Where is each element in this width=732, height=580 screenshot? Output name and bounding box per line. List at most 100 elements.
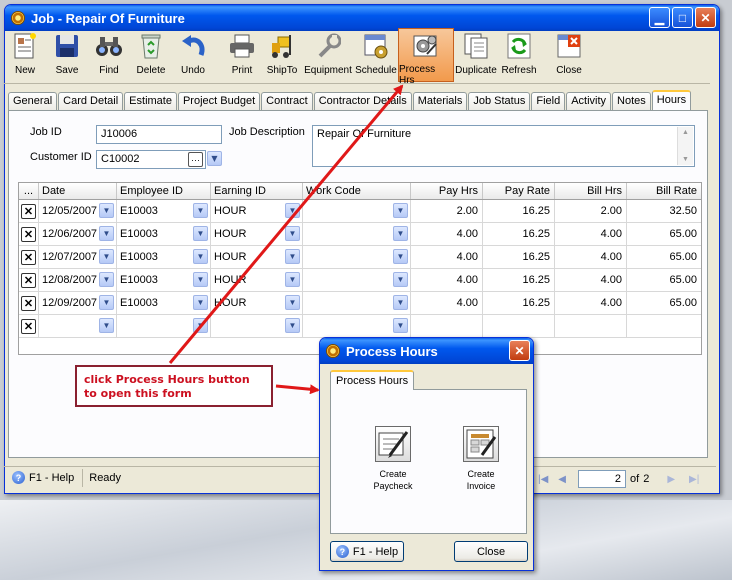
grid-header-date[interactable]: Date (39, 183, 117, 199)
chevron-down-icon[interactable]: ▼ (393, 249, 408, 264)
lookup-ellipsis-button[interactable]: ··· (188, 152, 203, 167)
tab-card-detail[interactable]: Card Detail (58, 92, 124, 110)
create-invoice-button[interactable]: Create Invoice (449, 426, 513, 492)
cell-employee[interactable]: ▼ (117, 315, 211, 337)
print-button[interactable]: Print (222, 28, 262, 82)
tab-project-budget[interactable]: Project Budget (177, 92, 261, 110)
cell-bill-hrs[interactable]: 4.00 (555, 246, 627, 268)
cell-pay-hrs[interactable]: 4.00 (411, 223, 483, 245)
create-paycheck-button[interactable]: Create Paycheck (361, 426, 425, 492)
cell-employee[interactable]: E10003 ▼ (117, 200, 211, 222)
table-row[interactable]: ✕ 12/07/2007 ▼ E10003 ▼ HOUR ▼ ▼ 4.00 16.25 4.00 65… (19, 246, 701, 269)
cell-date[interactable]: 12/05/2007 ▼ (39, 200, 117, 222)
chevron-down-icon[interactable]: ▼ (285, 318, 300, 333)
cell-date[interactable]: ▼ (39, 315, 117, 337)
chevron-down-icon[interactable]: ▼ (393, 318, 408, 333)
cell-work-code[interactable]: ▼ (303, 292, 411, 314)
cell-pay-rate[interactable]: 16.25 (483, 223, 555, 245)
job-id-input[interactable]: J10006 (96, 125, 222, 144)
cell-bill-hrs[interactable] (555, 315, 627, 337)
duplicate-button[interactable]: Duplicate (454, 28, 498, 82)
cell-pay-hrs[interactable]: 2.00 (411, 200, 483, 222)
tab-hours[interactable]: Hours (651, 90, 692, 111)
row-delete-icon[interactable]: ✕ (21, 295, 36, 311)
chevron-down-icon[interactable]: ▼ (393, 272, 408, 287)
tab-contract[interactable]: Contract (261, 92, 313, 110)
cell-pay-hrs[interactable]: 4.00 (411, 269, 483, 291)
cell-earning[interactable]: ▼ (211, 315, 303, 337)
grid-header-bill-hrs[interactable]: Bill Hrs (555, 183, 627, 199)
cell-earning[interactable]: HOUR ▼ (211, 292, 303, 314)
tab-contractor-details[interactable]: Contractor Details (313, 92, 412, 110)
undo-button[interactable]: Undo (172, 28, 214, 82)
cell-pay-hrs[interactable] (411, 315, 483, 337)
previous-record-icon[interactable]: ◀ (558, 474, 566, 485)
table-row[interactable]: ✕ 12/06/2007 ▼ E10003 ▼ HOUR ▼ ▼ 4.00 16.25 4.00 65… (19, 223, 701, 246)
row-delete-icon[interactable]: ✕ (21, 318, 36, 334)
chevron-down-icon[interactable]: ▼ (193, 295, 208, 310)
chevron-down-icon[interactable]: ▼ (393, 203, 408, 218)
cell-work-code[interactable]: ▼ (303, 223, 411, 245)
dialog-help-button[interactable]: ? F1 - Help (330, 541, 404, 562)
chevron-down-icon[interactable]: ▼ (193, 318, 208, 333)
cell-earning[interactable]: HOUR ▼ (211, 200, 303, 222)
page-number-input[interactable]: 2 (578, 470, 626, 488)
tab-notes[interactable]: Notes (612, 92, 651, 110)
cell-bill-rate[interactable]: 65.00 (627, 223, 701, 245)
next-record-icon[interactable]: ▶ (667, 474, 675, 485)
customer-id-input[interactable]: C10002 ··· (96, 150, 206, 169)
chevron-down-icon[interactable]: ▼ (193, 249, 208, 264)
cell-bill-rate[interactable]: 32.50 (627, 200, 701, 222)
cell-pay-rate[interactable] (483, 315, 555, 337)
cell-work-code[interactable]: ▼ (303, 315, 411, 337)
grid-header-earning[interactable]: Earning ID (211, 183, 303, 199)
chevron-down-icon[interactable]: ▼ (99, 203, 114, 218)
row-delete-icon[interactable]: ✕ (21, 249, 36, 265)
table-row[interactable]: ✕ 12/05/2007 ▼ E10003 ▼ HOUR ▼ ▼ 2.00 16.25 2.00 32… (19, 200, 701, 223)
cell-date[interactable]: 12/08/2007 ▼ (39, 269, 117, 291)
tab-general[interactable]: General (8, 92, 58, 110)
cell-pay-hrs[interactable]: 4.00 (411, 246, 483, 268)
chevron-down-icon[interactable]: ▼ (285, 272, 300, 287)
cell-earning[interactable]: HOUR ▼ (211, 246, 303, 268)
window-close-button[interactable]: ✕ (695, 7, 716, 28)
cell-pay-hrs[interactable]: 4.00 (411, 292, 483, 314)
customer-dropdown-chevron-icon[interactable]: ▼ (207, 151, 222, 166)
table-row[interactable]: ✕ 12/09/2007 ▼ E10003 ▼ HOUR ▼ ▼ 4.00 16.25 4.00 65… (19, 292, 701, 315)
cell-employee[interactable]: E10003 ▼ (117, 292, 211, 314)
tab-estimate[interactable]: Estimate (124, 92, 177, 110)
maximize-button[interactable]: □ (672, 7, 693, 28)
chevron-down-icon[interactable]: ▼ (285, 203, 300, 218)
cell-bill-hrs[interactable]: 2.00 (555, 200, 627, 222)
refresh-button[interactable]: Refresh (498, 28, 540, 82)
cell-date[interactable]: 12/09/2007 ▼ (39, 292, 117, 314)
save-button[interactable]: Save (46, 28, 88, 82)
chevron-down-icon[interactable]: ▼ (285, 226, 300, 241)
find-button[interactable]: Find (88, 28, 130, 82)
grid-header-pay-rate[interactable]: Pay Rate (483, 183, 555, 199)
last-record-icon[interactable]: ▶| (689, 474, 699, 485)
chevron-down-icon[interactable]: ▼ (393, 226, 408, 241)
shipto-button[interactable]: ShipTo (262, 28, 302, 82)
grid-header-select[interactable]: ... (19, 183, 39, 199)
dialog-close-x-button[interactable]: ✕ (509, 340, 530, 361)
textarea-scrollbar[interactable]: ▲ ▼ (677, 127, 693, 165)
cell-earning[interactable]: HOUR ▼ (211, 223, 303, 245)
tab-activity[interactable]: Activity (566, 92, 612, 110)
cell-work-code[interactable]: ▼ (303, 246, 411, 268)
chevron-down-icon[interactable]: ▼ (285, 249, 300, 264)
cell-bill-hrs[interactable]: 4.00 (555, 292, 627, 314)
grid-header-employee[interactable]: Employee ID (117, 183, 211, 199)
tab-field[interactable]: Field (531, 92, 566, 110)
help-button[interactable]: ? F1 - Help (4, 468, 84, 487)
row-delete-icon[interactable]: ✕ (21, 226, 36, 242)
dialog-tab-process-hours[interactable]: Process Hours (330, 370, 415, 390)
chevron-down-icon[interactable]: ▼ (99, 295, 114, 310)
cell-bill-hrs[interactable]: 4.00 (555, 223, 627, 245)
cell-bill-hrs[interactable]: 4.00 (555, 269, 627, 291)
chevron-down-icon[interactable]: ▼ (99, 226, 114, 241)
cell-employee[interactable]: E10003 ▼ (117, 246, 211, 268)
cell-date[interactable]: 12/06/2007 ▼ (39, 223, 117, 245)
schedule-button[interactable]: Schedule (354, 28, 398, 82)
cell-employee[interactable]: E10003 ▼ (117, 269, 211, 291)
